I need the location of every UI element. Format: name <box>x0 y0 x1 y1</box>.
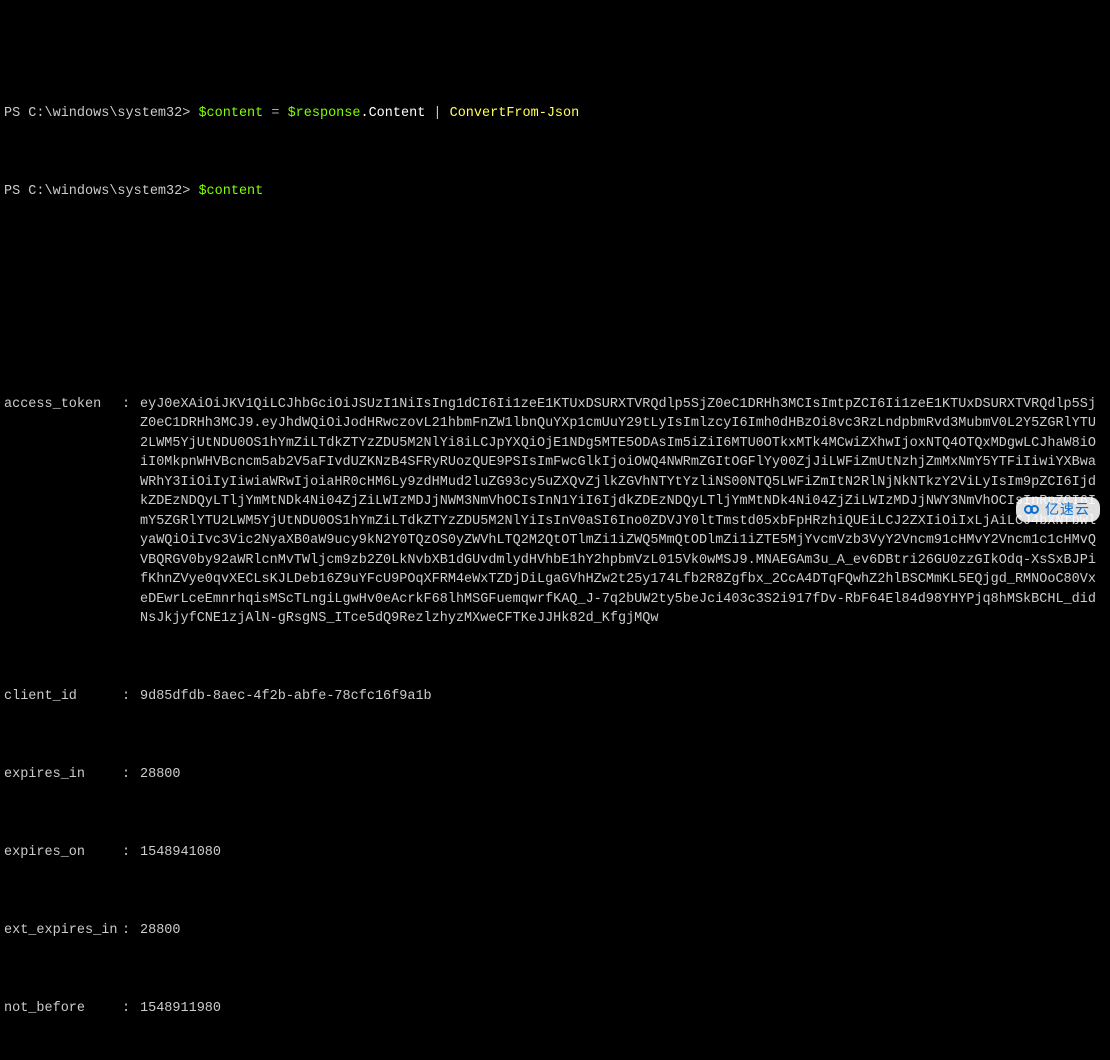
kv-client-id: client_id : 9d85dfdb-8aec-4f2b-abfe-78cf… <box>4 687 1110 707</box>
kv-ext-expires-in: ext_expires_in : 28800 <box>4 921 1110 941</box>
ps-prompt: PS C:\windows\system32> <box>4 106 198 121</box>
key-not-before: not_before <box>4 999 122 1019</box>
val-expires-in: 28800 <box>140 765 1110 785</box>
var-response: $response <box>288 106 361 121</box>
kv-not-before: not_before : 1548911980 <box>4 999 1110 1019</box>
watermark-badge: 亿速云 <box>1016 497 1100 523</box>
kv-expires-in: expires_in : 28800 <box>4 765 1110 785</box>
output-block: access_token : eyJ0eXAiOiJKV1QiLCJhbGciO… <box>4 336 1110 1060</box>
prompt-line-1[interactable]: PS C:\windows\system32> $content = $resp… <box>4 104 1110 124</box>
cmd-convertfrom-json: ConvertFrom-Json <box>450 106 580 121</box>
watermark-logo-icon <box>1024 505 1039 514</box>
val-client-id: 9d85dfdb-8aec-4f2b-abfe-78cfc16f9a1b <box>140 687 1110 707</box>
prompt-line-2[interactable]: PS C:\windows\system32> $content <box>4 182 1110 202</box>
val-expires-on: 1548941080 <box>140 843 1110 863</box>
kv-expires-on: expires_on : 1548941080 <box>4 843 1110 863</box>
val-access-token: eyJ0eXAiOiJKV1QiLCJhbGciOiJSUzI1NiIsIng1… <box>140 395 1104 629</box>
kv-separator: : <box>122 921 140 941</box>
kv-separator: : <box>122 395 140 415</box>
key-expires-in: expires_in <box>4 765 122 785</box>
divider-line <box>4 240 1110 260</box>
val-not-before: 1548911980 <box>140 999 1110 1019</box>
var-content: $content <box>198 106 263 121</box>
kv-access-token: access_token : eyJ0eXAiOiJKV1QiLCJhbGciO… <box>4 395 1110 629</box>
key-expires-on: expires_on <box>4 843 122 863</box>
ps-prompt: PS C:\windows\system32> <box>4 184 198 199</box>
kv-separator: : <box>122 687 140 707</box>
key-access-token: access_token <box>4 395 122 415</box>
key-ext-expires-in: ext_expires_in <box>4 921 122 941</box>
key-client-id: client_id <box>4 687 122 707</box>
kv-separator: : <box>122 843 140 863</box>
val-ext-expires-in: 28800 <box>140 921 1110 941</box>
equals-sign: = <box>263 106 287 121</box>
property-content: .Content <box>360 106 425 121</box>
kv-separator: : <box>122 765 140 785</box>
kv-separator: : <box>122 999 140 1019</box>
var-content: $content <box>198 184 263 199</box>
pipe-operator: | <box>425 106 449 121</box>
watermark-text: 亿速云 <box>1045 500 1090 520</box>
